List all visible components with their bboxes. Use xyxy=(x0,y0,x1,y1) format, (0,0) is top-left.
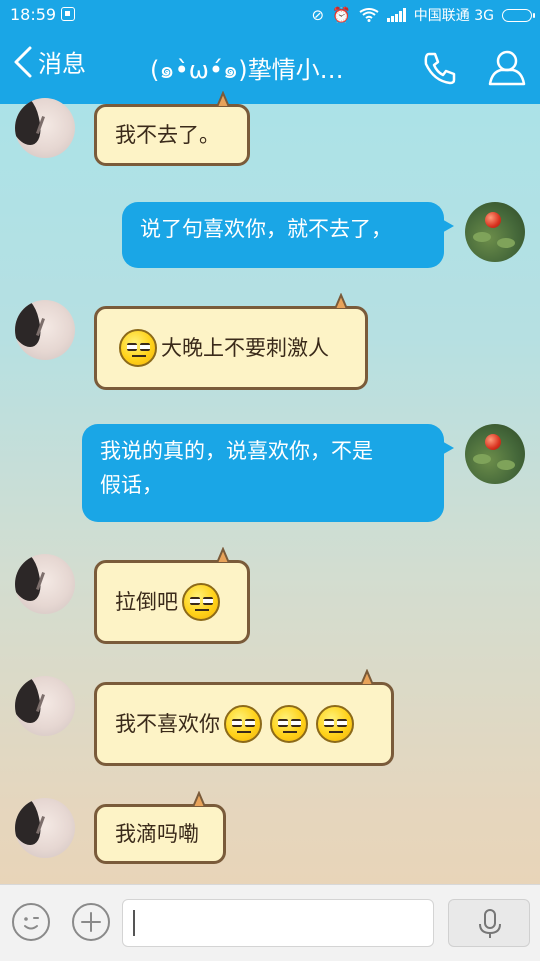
back-button[interactable]: 消息 xyxy=(12,44,86,79)
berry-shape xyxy=(485,434,501,450)
smirk-emoji-icon xyxy=(182,583,220,621)
chat-title: (๑•̀ω•́๑)挚情小… xyxy=(150,56,344,84)
leaf-shape xyxy=(473,454,491,464)
contact-avatar[interactable] xyxy=(15,676,75,736)
call-button[interactable] xyxy=(420,48,460,88)
smirk-emoji-icon xyxy=(316,705,354,743)
chat-header: 消息 (๑•̀ω•́๑)挚情小… xyxy=(0,30,540,104)
wifi-icon xyxy=(359,8,379,22)
signal-icon xyxy=(386,8,406,22)
message-text: 拉倒吧 xyxy=(115,590,178,614)
received-bubble[interactable]: 我滴吗嘞 xyxy=(94,791,226,864)
leaf-shape xyxy=(473,232,491,242)
phone-icon xyxy=(424,52,456,85)
person-icon xyxy=(488,50,526,86)
message-text-line: 我说的真的，说喜欢你，不是 xyxy=(100,439,373,463)
microphone-icon xyxy=(479,909,501,938)
sent-bubble[interactable]: 说了句喜欢你，就不去了， xyxy=(122,202,454,268)
message-text: 我不喜欢你 xyxy=(115,712,220,736)
my-avatar[interactable] xyxy=(465,202,525,262)
input-bar xyxy=(0,884,540,961)
voice-button[interactable] xyxy=(448,899,530,947)
status-indicators: ⊘ ⏰ 中国联通 3G xyxy=(311,5,535,25)
smirk-emoji-icon xyxy=(270,705,308,743)
carrier-label: 中国联通 3G xyxy=(413,8,494,24)
message-text: 大晚上不要刺激人 xyxy=(161,336,329,360)
smirk-emoji-icon xyxy=(224,705,262,743)
status-time: 18:59 xyxy=(10,5,57,24)
cat-ear-icon xyxy=(215,547,231,563)
my-avatar[interactable] xyxy=(465,424,525,484)
message-text: 我滴吗嘞 xyxy=(115,822,199,846)
leaf-shape xyxy=(497,238,515,248)
received-bubble[interactable]: 我不去了。 xyxy=(94,91,250,166)
message-input[interactable] xyxy=(122,899,434,947)
contact-avatar[interactable] xyxy=(15,98,75,158)
received-bubble[interactable]: 拉倒吧 xyxy=(94,547,250,644)
notification-app-icon xyxy=(61,7,75,21)
cat-ear-icon xyxy=(359,669,375,685)
received-bubble[interactable]: 我不喜欢你 xyxy=(94,669,394,766)
profile-button[interactable] xyxy=(486,46,528,88)
cat-ear-icon xyxy=(191,791,207,807)
contact-avatar[interactable] xyxy=(15,300,75,360)
contact-avatar[interactable] xyxy=(15,554,75,614)
plus-icon xyxy=(81,912,101,932)
leaf-shape xyxy=(497,460,515,470)
smiley-icon xyxy=(24,917,39,930)
contact-avatar[interactable] xyxy=(15,798,75,858)
chevron-left-icon xyxy=(14,46,32,77)
alarm-icon: ⏰ xyxy=(332,6,351,24)
message-text: 我不去了。 xyxy=(115,123,220,147)
battery-icon xyxy=(502,8,535,22)
mute-icon: ⊘ xyxy=(311,6,325,24)
berry-shape xyxy=(485,212,501,228)
cat-ear-icon xyxy=(333,293,349,309)
sent-bubble[interactable]: 我说的真的，说喜欢你，不是 假话， xyxy=(82,424,454,522)
add-button[interactable] xyxy=(72,903,110,941)
smirk-emoji-icon xyxy=(119,329,157,367)
message-text: 说了句喜欢你，就不去了， xyxy=(140,217,392,241)
received-bubble[interactable]: 大晚上不要刺激人 xyxy=(94,293,368,390)
back-label: 消息 xyxy=(38,50,86,78)
message-text-line: 假话， xyxy=(100,473,163,497)
status-bar: 18:59 ⊘ ⏰ 中国联通 3G xyxy=(0,0,540,30)
emoji-button[interactable] xyxy=(12,903,50,941)
cat-ear-icon xyxy=(215,91,231,107)
text-caret xyxy=(133,910,135,936)
